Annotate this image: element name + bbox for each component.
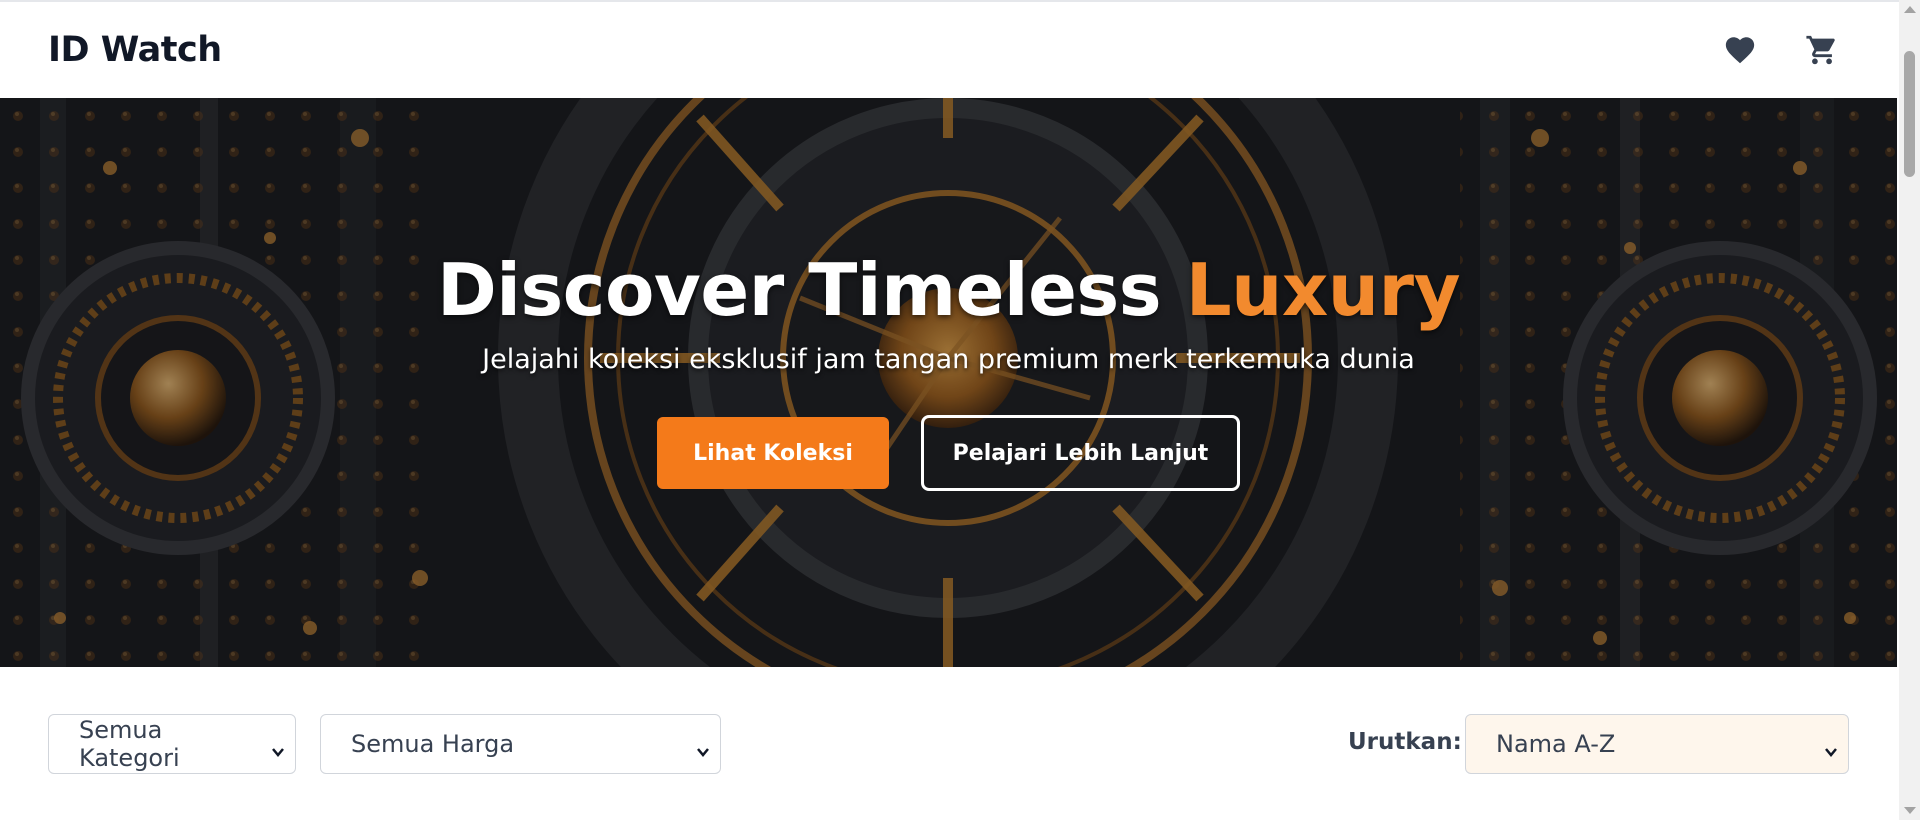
hero-content: Discover Timeless Luxury Jelajahi koleks… (0, 98, 1897, 667)
chevron-down-icon (271, 737, 285, 757)
view-collection-button[interactable]: Lihat Koleksi (657, 417, 889, 489)
category-select-value: Semua Kategori (79, 716, 180, 772)
scroll-down-arrow-icon[interactable] (1904, 807, 1916, 814)
price-select-value: Semua Harga (351, 730, 515, 758)
hero-title-accent: Luxury (1185, 248, 1461, 332)
category-select[interactable]: Semua Kategori (48, 714, 296, 774)
scrollbar-thumb[interactable] (1904, 51, 1915, 177)
hero-actions: Lihat Koleksi Pelajari Lebih Lanjut (657, 415, 1240, 491)
hero-banner: Discover Timeless Luxury Jelajahi koleks… (0, 98, 1897, 667)
cart-button[interactable] (1803, 31, 1841, 69)
chevron-down-icon (1824, 737, 1838, 757)
price-select[interactable]: Semua Harga (320, 714, 721, 774)
cart-icon (1806, 35, 1835, 65)
hero-subtitle: Jelajahi koleksi eksklusif jam tangan pr… (482, 344, 1415, 375)
sort-select-value: Nama A-Z (1496, 730, 1616, 758)
wishlist-button[interactable] (1721, 31, 1759, 69)
site-header: ID Watch (0, 2, 1897, 98)
heart-icon (1725, 37, 1755, 64)
scroll-up-arrow-icon[interactable] (1904, 6, 1916, 13)
chevron-down-icon (696, 737, 710, 757)
brand-logo[interactable]: ID Watch (48, 30, 222, 70)
sort-select[interactable]: Nama A-Z (1465, 714, 1849, 774)
hero-title-main: Discover Timeless (436, 248, 1162, 332)
header-actions (1721, 31, 1849, 69)
sort-label: Urutkan: (1348, 729, 1462, 755)
page-scrollbar[interactable] (1899, 0, 1920, 820)
hero-title: Discover Timeless Luxury (436, 248, 1461, 332)
learn-more-button[interactable]: Pelajari Lebih Lanjut (921, 415, 1240, 491)
filter-bar: Semua Kategori Semua Harga Urutkan: Nama… (0, 667, 1897, 820)
